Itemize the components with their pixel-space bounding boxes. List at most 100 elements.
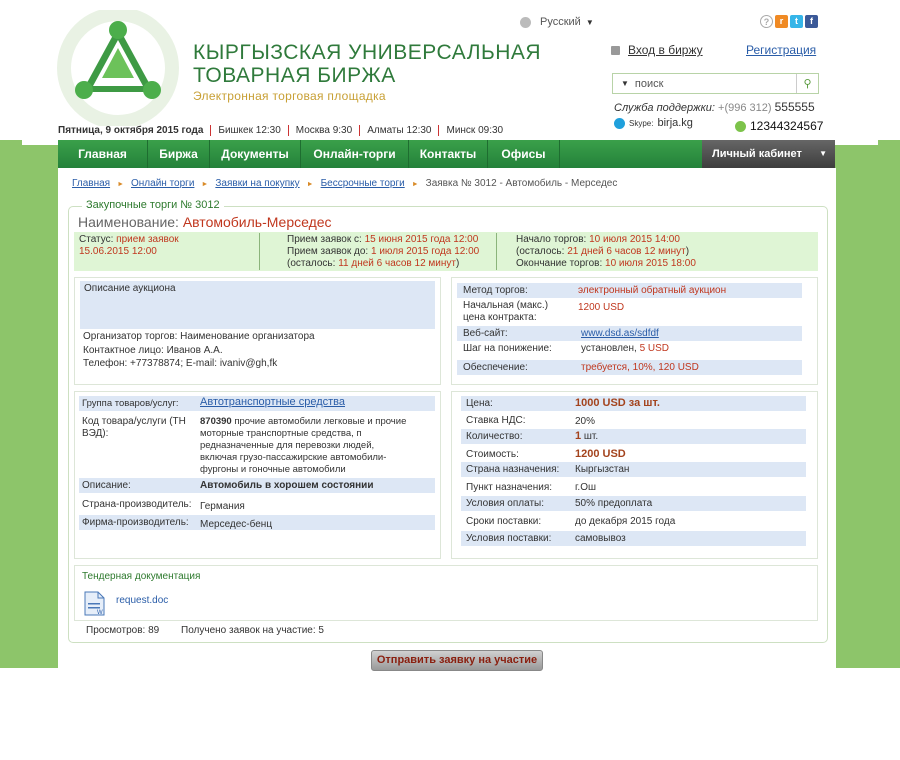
step-value: установлен, 5 USD (581, 343, 669, 355)
support-code: +(996 312) (718, 102, 772, 114)
svg-text:W: W (97, 610, 103, 616)
search-dropdown-icon[interactable]: ▼ (621, 79, 629, 88)
social-links: ? r t f (760, 15, 818, 28)
breadcrumb-separator-icon: ► (306, 181, 314, 188)
delivery-conditions-label: Условия поставки: (466, 533, 552, 544)
status-value: прием заявок (116, 234, 179, 245)
tender-docs-title: Тендерная документация (82, 571, 201, 582)
facebook-icon[interactable]: f (805, 15, 818, 28)
skype-value: birja.kg (657, 117, 693, 129)
search-box: ▼ поиск ⚲ (612, 73, 819, 94)
twitter-icon[interactable]: t (790, 15, 803, 28)
method-label: Метод торгов: (463, 285, 528, 296)
breadcrumb: Главная ► Онлайн торги ► Заявки на покупку ► Б… (72, 178, 617, 189)
price-value: 1000 USD за шт. (575, 397, 660, 409)
group-link[interactable]: Автотранспортные средства (200, 396, 345, 408)
main-nav: Главная Биржа Документы Онлайн-торги Кон… (58, 140, 835, 168)
acceptance-column: Прием заявок с: 15 июня 2015 года 12:00 … (287, 234, 479, 270)
description-label: Описание: (82, 480, 131, 491)
breadcrumb-purchase-requests[interactable]: Заявки на покупку (215, 178, 299, 189)
search-icon[interactable]: ⚲ (796, 74, 818, 93)
start-left-post: ) (685, 246, 690, 257)
skype-label: Skype: (629, 118, 654, 128)
register-link[interactable]: Регистрация (746, 43, 816, 57)
quantity-value: 1 шт. (575, 430, 598, 443)
auction-description-field: Описание аукциона (80, 281, 435, 329)
icq-value: 12344324567 (750, 119, 824, 133)
security-value: требуется, 10%, 120 USD (581, 362, 699, 373)
submit-application-button[interactable]: Отправить заявку на участие (371, 650, 543, 671)
description-value: Автомобиль в хорошем состоянии (200, 480, 374, 491)
nav-item-home[interactable]: Главная (58, 140, 148, 168)
website-label: Веб-сайт: (463, 328, 508, 339)
cost-label: Стоимость: (466, 449, 519, 460)
step-value-amount: 5 USD (639, 343, 670, 354)
nav-item-contacts[interactable]: Контакты (409, 140, 488, 168)
globe-icon (520, 16, 531, 28)
start-left-pre: (осталось: (516, 246, 565, 257)
accept-left-pre: (осталось: (287, 258, 336, 269)
support-label: Служба поддержки: (614, 102, 715, 114)
accept-to-value: 1 июля 2015 года 12:00 (370, 246, 480, 257)
auction-description-label: Описание аукциона (84, 283, 176, 294)
quantity-number: 1 (575, 430, 582, 442)
vat-value: 20% (575, 416, 596, 427)
skype-contact[interactable]: Skype: birja.kg (614, 117, 693, 129)
site-subtitle: Электронная торговая площадка (193, 89, 386, 103)
language-selector[interactable]: Русский ▼ (520, 16, 594, 28)
login-link[interactable]: Вход в биржу (611, 43, 703, 57)
organizer-text: Организатор торгов: Наименование организ… (83, 331, 315, 342)
accept-from-value: 15 июня 2015 года 12:00 (364, 234, 479, 245)
site-title-line2: ТОВАРНАЯ БИРЖА (193, 64, 396, 87)
code-label: Код товара/услуги (ТН ВЭД): (82, 416, 186, 439)
breadcrumb-perpetual-trading[interactable]: Бессрочные торги (321, 178, 405, 189)
step-label: Шаг на понижение: (463, 343, 552, 354)
breadcrumb-home[interactable]: Главная (72, 178, 110, 189)
website-link[interactable]: www.dsd.as/sdfdf (581, 328, 659, 340)
status-strip: Статус: прием заявок 15.06.2015 12:00 Пр… (74, 232, 818, 271)
clock-bishkek: Бишкек 12:30 (211, 125, 289, 136)
destination-point-value: г.Ош (575, 482, 597, 493)
doc-file-icon[interactable]: W (84, 591, 106, 616)
current-date: Пятница, 9 октября 2015 года (58, 125, 212, 136)
chevron-down-icon: ▼ (819, 149, 827, 158)
nav-item-offices[interactable]: Офисы (488, 140, 560, 168)
breadcrumb-online-trading[interactable]: Онлайн торги (131, 178, 194, 189)
divider (496, 233, 497, 270)
group-label: Группа товаров/услуг: (82, 398, 179, 409)
country-value: Германия (200, 501, 245, 512)
language-label: Русский (540, 16, 581, 28)
site-title-line1: КЫРГЫЗСКАЯ УНИВЕРСАЛЬНАЯ (193, 41, 542, 64)
delivery-term-value: до декабря 2015 года (575, 516, 676, 527)
rss-icon[interactable]: r (775, 15, 788, 28)
chevron-down-icon: ▼ (585, 17, 594, 27)
quantity-unit: шт. (583, 431, 599, 442)
accept-from-label: Прием заявок с: (287, 234, 362, 245)
exchange-logo[interactable] (42, 7, 194, 129)
nav-item-exchange[interactable]: Биржа (148, 140, 210, 168)
support-number: 555555 (774, 100, 815, 114)
status-column: Статус: прием заявок 15.06.2015 12:00 (79, 234, 179, 258)
status-date: 15.06.2015 12:00 (79, 246, 157, 257)
doc-file-link[interactable]: request.doc (116, 595, 168, 607)
nav-item-documents[interactable]: Документы (210, 140, 301, 168)
accept-left-value: 11 дней 6 часов 12 минут (338, 258, 456, 269)
country-label: Страна-производитель: (82, 499, 192, 510)
page: КЫРГЫЗСКАЯ УНИВЕРСАЛЬНАЯ ТОВАРНАЯ БИРЖА … (0, 0, 900, 760)
help-icon[interactable]: ? (760, 15, 773, 28)
breadcrumb-separator-icon: ► (411, 181, 419, 188)
quantity-label: Количество: (466, 431, 523, 442)
tender-name-value: Автомобиль-Мерседес (182, 214, 332, 230)
personal-cabinet-label: Личный кабинет (712, 148, 802, 160)
start-label: Начало торгов: (516, 234, 587, 245)
accept-left-post: ) (456, 258, 460, 269)
search-input[interactable]: поиск (635, 78, 818, 90)
clock-minsk: Минск 09:30 (446, 125, 504, 136)
clock-moscow: Москва 9:30 (289, 125, 361, 136)
delivery-conditions-value: самовывоз (575, 533, 626, 544)
site-title: КЫРГЫЗСКАЯ УНИВЕРСАЛЬНАЯ ТОВАРНАЯ БИРЖА (193, 41, 541, 87)
nav-item-online-trading[interactable]: Онлайн-торги (301, 140, 409, 168)
personal-cabinet-menu[interactable]: Личный кабинет ▼ (702, 140, 835, 168)
applications-count: Получено заявок на участие: 5 (181, 625, 324, 636)
start-value: 10 июля 2015 14:00 (589, 234, 680, 245)
